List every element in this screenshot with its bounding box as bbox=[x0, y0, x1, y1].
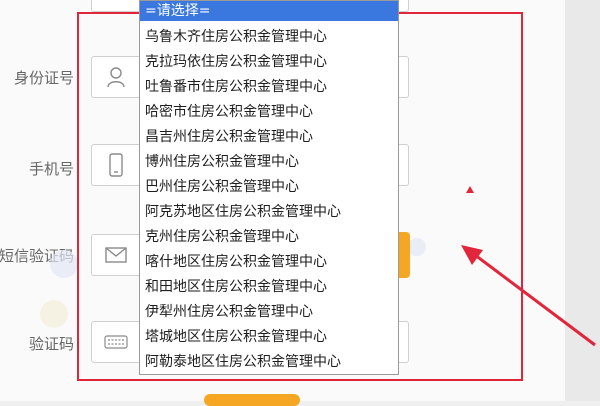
dropdown-option[interactable]: 克州住房公积金管理中心 bbox=[140, 225, 398, 250]
dropdown-option[interactable]: 塔城地区住房公积金管理中心 bbox=[140, 325, 398, 350]
id-number-label: 身份证号 bbox=[13, 69, 74, 87]
dropdown-option[interactable]: 阿克苏地区住房公积金管理中心 bbox=[140, 200, 398, 225]
arrow-annotation bbox=[461, 245, 596, 347]
decorative-dot bbox=[40, 300, 68, 328]
dropdown-option[interactable]: 阿勒泰地区住房公积金管理中心 bbox=[140, 350, 398, 375]
dropdown-option[interactable]: 哈密市住房公积金管理中心 bbox=[140, 100, 398, 125]
dropdown-option[interactable]: 伊犁州住房公积金管理中心 bbox=[140, 300, 398, 325]
dropdown-option[interactable]: 巴州住房公积金管理中心 bbox=[140, 175, 398, 200]
dropdown-options: 乌鲁木齐住房公积金管理中心 克拉玛依住房公积金管理中心 吐鲁番市住房公积金管理中… bbox=[140, 21, 398, 375]
dropdown-option[interactable]: 和田地区住房公积金管理中心 bbox=[140, 275, 398, 300]
marker-triangle bbox=[466, 186, 474, 193]
dropdown-option[interactable]: 喀什地区住房公积金管理中心 bbox=[140, 250, 398, 275]
city-dropdown-list[interactable]: =请选择= 乌鲁木齐住房公积金管理中心 克拉玛依住房公积金管理中心 吐鲁番市住房… bbox=[139, 0, 399, 375]
decorative-dot bbox=[50, 250, 78, 278]
dropdown-option[interactable]: 乌鲁木齐住房公积金管理中心 bbox=[140, 25, 398, 50]
captcha-label: 验证码 bbox=[28, 335, 74, 353]
dropdown-option[interactable]: 博州住房公积金管理中心 bbox=[140, 150, 398, 175]
dropdown-selected-option[interactable]: =请选择= bbox=[140, 1, 398, 21]
submit-button[interactable] bbox=[204, 394, 300, 406]
dropdown-option[interactable]: 克拉玛依住房公积金管理中心 bbox=[140, 50, 398, 75]
phone-label: 手机号 bbox=[28, 160, 74, 178]
dropdown-option[interactable]: 昌吉州住房公积金管理中心 bbox=[140, 125, 398, 150]
dropdown-option[interactable]: 吐鲁番市住房公积金管理中心 bbox=[140, 75, 398, 100]
